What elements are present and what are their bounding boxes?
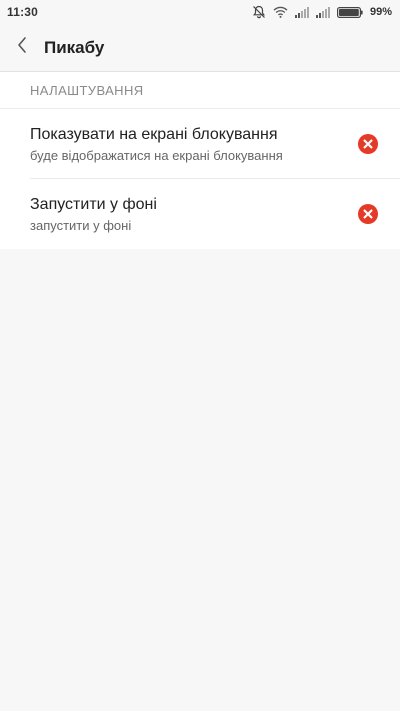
- notifications-off-icon: [252, 5, 266, 19]
- app-bar: Пикабу: [0, 24, 400, 72]
- battery-percent: 99%: [369, 6, 392, 18]
- disabled-x-icon: [358, 134, 378, 154]
- status-bar: 11:30 99%: [0, 0, 400, 24]
- wifi-icon: [273, 6, 288, 18]
- signal-icon: [315, 6, 330, 18]
- status-icons: 99%: [252, 5, 392, 19]
- settings-list: НАЛАШТУВАННЯ Показувати на екрані блокув…: [0, 72, 400, 249]
- setting-summary: буде відображатися на екрані блокування: [30, 147, 283, 163]
- setting-show-on-lock-screen[interactable]: Показувати на екрані блокування буде від…: [0, 109, 400, 179]
- setting-title: Показувати на екрані блокування: [30, 125, 278, 143]
- disabled-x-icon: [358, 204, 378, 224]
- page-title: Пикабу: [44, 37, 105, 57]
- back-button[interactable]: [0, 24, 44, 72]
- battery-icon: [336, 6, 363, 18]
- setting-summary: запустити у фоні: [30, 217, 132, 233]
- signal-icon: [294, 6, 309, 18]
- section-header: НАЛАШТУВАННЯ: [0, 72, 400, 109]
- setting-run-in-background[interactable]: Запустити у фоні запустити у фоні: [0, 179, 400, 249]
- setting-title: Запустити у фоні: [30, 195, 157, 213]
- status-time: 11:30: [7, 5, 39, 19]
- chevron-left-icon: [16, 36, 28, 59]
